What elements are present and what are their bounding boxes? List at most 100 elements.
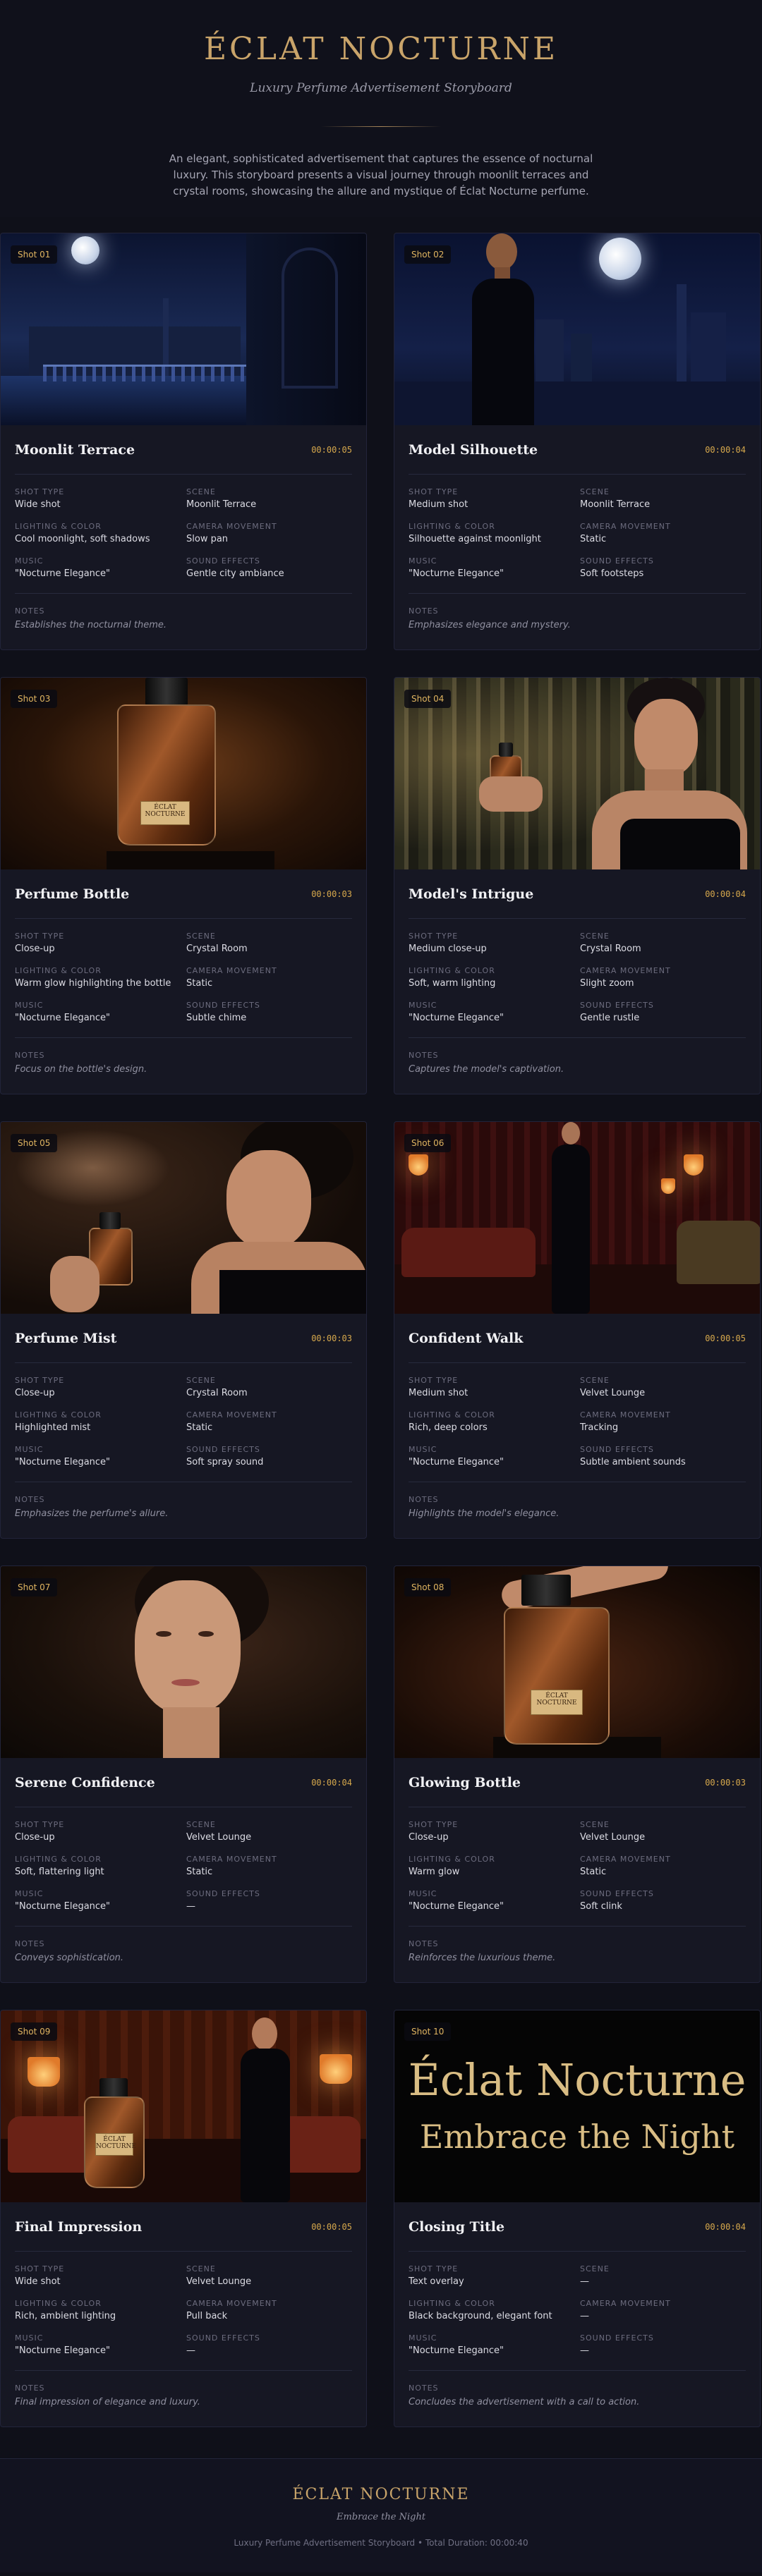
field-label: SOUND EFFECTS <box>580 1889 654 1898</box>
bottle-label: ÉCLAT NOCTURNE <box>95 2133 136 2156</box>
lamp-icon <box>320 2054 352 2084</box>
shot-image: Shot 01 <box>1 233 366 425</box>
model-figure <box>465 233 543 425</box>
shot-card[interactable]: ÉCLAT NOCTURNE Shot 03 Perfume Bottle 00… <box>0 677 367 1094</box>
page-header: ÉCLAT NOCTURNE Luxury Perfume Advertisem… <box>0 0 762 217</box>
lighting-value: Black background, elegant font <box>409 2311 552 2321</box>
shot-card[interactable]: ÉCLAT NOCTURNE Shot 08 Glowing Bottle 00… <box>394 1565 761 1983</box>
shot-duration: 00:00:05 <box>705 1333 746 1343</box>
shot-card[interactable]: Shot 05 Perfume Mist 00:00:03 SHOT TYPE C… <box>0 1121 367 1539</box>
music-value: "Nocturne Elegance" <box>15 1457 111 1467</box>
field-label: MUSIC <box>409 1001 437 1010</box>
camera-value: Static <box>580 534 607 544</box>
shot-image: ÉCLAT NOCTURNE Shot 03 <box>1 678 366 869</box>
page-footer: ÉCLAT NOCTURNE Embrace the Night Luxury … <box>0 2458 762 2572</box>
field-label: SCENE <box>186 2264 216 2273</box>
field-label: MUSIC <box>15 556 44 566</box>
shot-card[interactable]: ÉCLAT NOCTURNE Shot 09 Final Impression … <box>0 2010 367 2427</box>
field-label: NOTES <box>15 1939 45 1948</box>
shot-card[interactable]: Éclat Nocturne Embrace the Night Shot 10… <box>394 2010 761 2427</box>
field-label: MUSIC <box>409 2333 437 2343</box>
field-label: SHOT TYPE <box>15 1820 65 1829</box>
shot-duration: 00:00:03 <box>311 1333 352 1343</box>
music-value: "Nocturne Elegance" <box>409 1457 504 1467</box>
field-label: SCENE <box>186 487 216 496</box>
label-line: ÉCLAT <box>154 804 176 811</box>
field-label: SHOT TYPE <box>409 2264 459 2273</box>
shot-badge: Shot 09 <box>11 2022 58 2041</box>
page-subtitle: Luxury Perfume Advertisement Storyboard <box>250 81 512 95</box>
field-label: SOUND EFFECTS <box>186 1445 260 1454</box>
shot-type-value: Medium close-up <box>409 944 487 954</box>
shot-image: Shot 07 <box>1 1566 366 1758</box>
shot-card[interactable]: Shot 04 Model's Intrigue 00:00:04 SHOT T… <box>394 677 761 1094</box>
field-label: MUSIC <box>15 1445 44 1454</box>
field-label: CAMERA MOVEMENT <box>580 522 671 531</box>
shot-title: Final Impression <box>15 2218 143 2235</box>
shot-duration: 00:00:05 <box>311 2221 352 2232</box>
field-label: CAMERA MOVEMENT <box>580 1855 671 1864</box>
lighting-value: Silhouette against moonlight <box>409 534 541 544</box>
bottle-label: ÉCLAT NOCTURNE <box>140 801 190 825</box>
field-label: SHOT TYPE <box>15 487 65 496</box>
shot-type-value: Medium shot <box>409 499 468 510</box>
scene-value: Moonlit Terrace <box>580 499 651 510</box>
music-value: "Nocturne Elegance" <box>15 2345 111 2356</box>
lighting-value: Warm glow <box>409 1867 460 1877</box>
field-label: SHOT TYPE <box>15 2264 65 2273</box>
model-figure <box>546 1122 595 1314</box>
model-figure <box>564 678 760 869</box>
field-label: NOTES <box>15 2383 45 2393</box>
field-label: SCENE <box>580 932 610 941</box>
shot-card[interactable]: Shot 06 Confident Walk 00:00:05 SHOT TYP… <box>394 1121 761 1539</box>
scene-value: Velvet Lounge <box>186 2276 252 2287</box>
shot-image: Shot 05 <box>1 1122 366 1314</box>
notes-value: Conveys sophistication. <box>15 1953 124 1963</box>
label-line: NOCTURNE <box>536 1699 577 1707</box>
shot-image: Éclat Nocturne Embrace the Night Shot 10 <box>394 2010 760 2202</box>
storyboard-grid: Shot 01 Moonlit Terrace 00:00:05 SHOT TY… <box>0 217 762 2427</box>
field-label: SOUND EFFECTS <box>580 1001 654 1010</box>
notes-value: Emphasizes elegance and mystery. <box>409 620 571 630</box>
field-label: LIGHTING & COLOR <box>15 522 102 531</box>
footer-title: ÉCLAT NOCTURNE <box>292 2486 470 2503</box>
shot-image: Shot 06 <box>394 1122 760 1314</box>
shot-image: Shot 02 <box>394 233 760 425</box>
field-label: SCENE <box>186 932 216 941</box>
field-label: SHOT TYPE <box>15 1376 65 1385</box>
label-line: ÉCLAT <box>103 2136 126 2143</box>
shot-duration: 00:00:05 <box>311 444 352 455</box>
label-line: NOCTURNE <box>96 2143 136 2150</box>
shot-badge: Shot 05 <box>11 1134 58 1152</box>
shot-type-value: Wide shot <box>15 2276 61 2287</box>
moon-icon <box>599 238 641 280</box>
shot-type-value: Text overlay <box>409 2276 464 2287</box>
field-label: SOUND EFFECTS <box>186 2333 260 2343</box>
field-label: LIGHTING & COLOR <box>409 1410 495 1420</box>
shot-title: Confident Walk <box>409 1330 524 1346</box>
shot-card[interactable]: Shot 01 Moonlit Terrace 00:00:05 SHOT TY… <box>0 233 367 650</box>
music-value: "Nocturne Elegance" <box>15 568 111 579</box>
lighting-value: Rich, deep colors <box>409 1422 488 1433</box>
field-label: NOTES <box>409 1495 439 1504</box>
lighting-value: Rich, ambient lighting <box>15 2311 116 2321</box>
shot-card[interactable]: Shot 02 Model Silhouette 00:00:04 SHOT T… <box>394 233 761 650</box>
field-label: SOUND EFFECTS <box>580 2333 654 2343</box>
field-label: CAMERA MOVEMENT <box>186 966 277 975</box>
field-label: NOTES <box>409 1939 439 1948</box>
field-label: SOUND EFFECTS <box>580 556 654 566</box>
shot-card[interactable]: Shot 07 Serene Confidence 00:00:04 SHOT … <box>0 1565 367 1983</box>
field-label: LIGHTING & COLOR <box>15 2299 102 2308</box>
scene-value: Crystal Room <box>580 944 641 954</box>
scene-value: Crystal Room <box>186 1388 248 1398</box>
perfume-bottle <box>504 1607 610 1745</box>
lamp-icon <box>661 1178 675 1194</box>
camera-value: Pull back <box>186 2311 228 2321</box>
page-title: ÉCLAT NOCTURNE <box>203 31 559 67</box>
scene-value: Crystal Room <box>186 944 248 954</box>
scene-value: Moonlit Terrace <box>186 499 257 510</box>
notes-value: Reinforces the luxurious theme. <box>409 1953 556 1963</box>
sound-value: Soft spray sound <box>186 1457 264 1467</box>
lighting-value: Highlighted mist <box>15 1422 91 1433</box>
field-label: SOUND EFFECTS <box>580 1445 654 1454</box>
